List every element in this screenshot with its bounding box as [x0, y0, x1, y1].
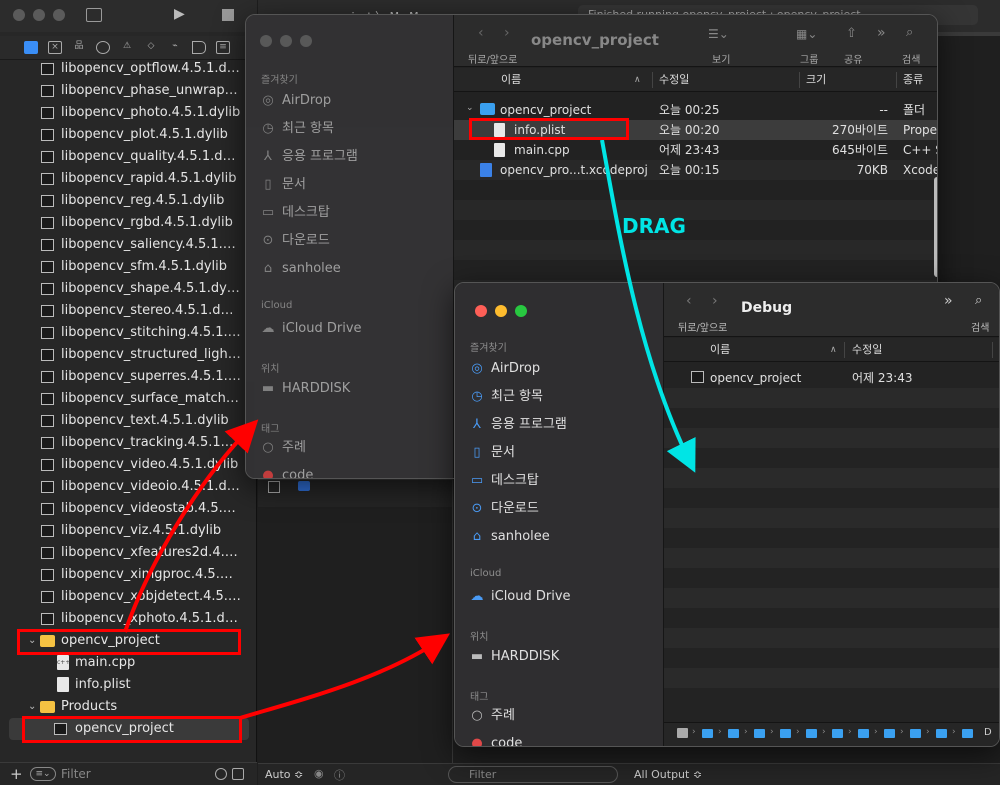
highlight-box-group [17, 629, 241, 655]
highlight-box-info-plist [469, 118, 629, 140]
cyan-drag-arrow [600, 139, 696, 473]
drag-annotation-label: DRAG [622, 214, 686, 238]
red-arrow-to-finder [123, 419, 259, 633]
highlight-box-product [22, 716, 242, 743]
screen: ▶ × 品 ⚠ ◇ ⌁ ≡ libopencv_optflow.4.5.1.dy… [0, 0, 1000, 785]
red-arrow-to-debug [239, 633, 450, 720]
